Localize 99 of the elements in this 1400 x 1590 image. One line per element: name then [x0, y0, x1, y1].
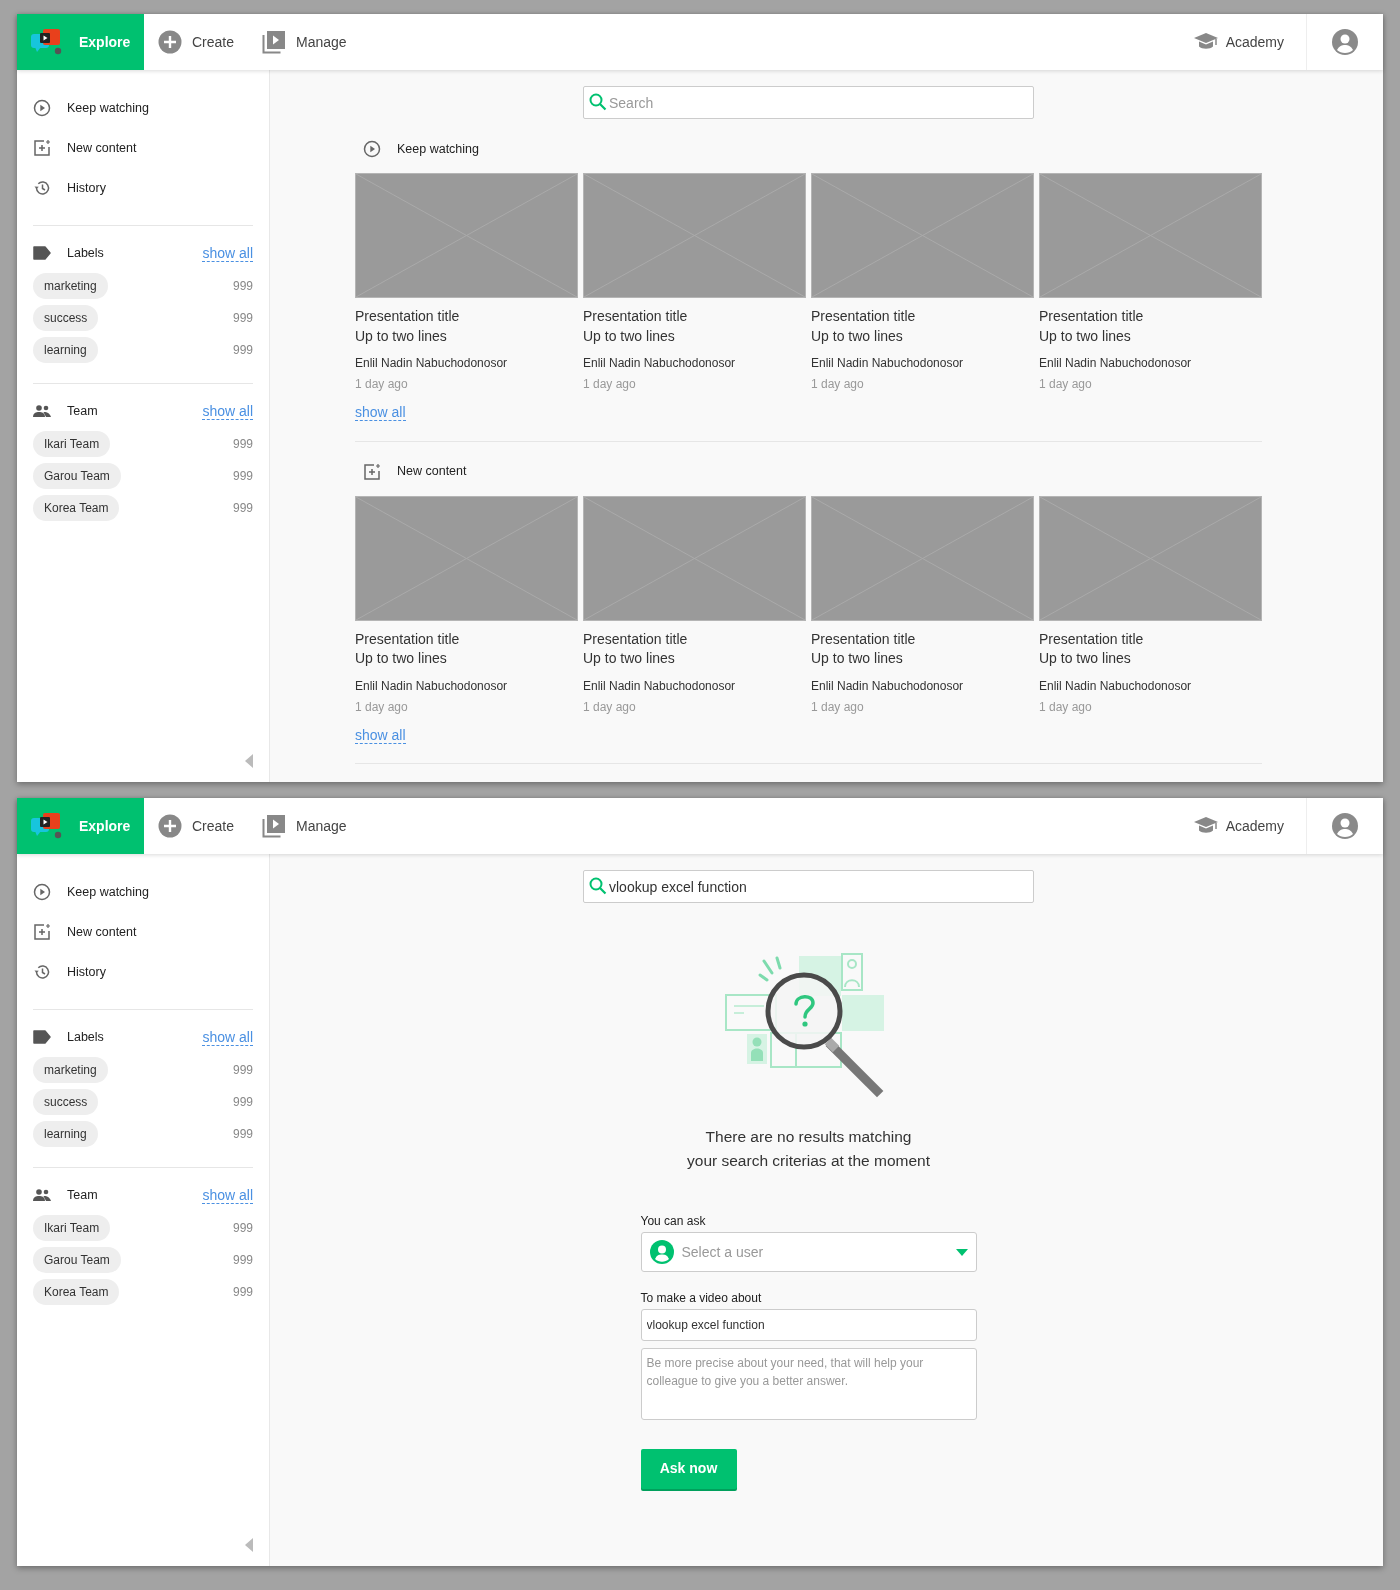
date-text: 1 day ago	[1039, 698, 1093, 716]
group-heading[interactable]: Team	[33, 401, 98, 421]
caret-left-icon	[245, 754, 253, 768]
presentation-title[interactable]: Presentation title Up to two lines	[811, 307, 1034, 346]
team-chip[interactable]: Garou Team	[33, 1247, 121, 1273]
sidebar-item[interactable]: New content	[33, 128, 253, 168]
avatar-icon[interactable]	[1332, 29, 1358, 55]
nav-tab[interactable]: Manage	[248, 798, 361, 854]
play-circle-icon	[33, 99, 51, 117]
presentation-title[interactable]: Presentation title Up to two lines	[811, 629, 1034, 669]
section-title: Keep watching	[397, 140, 479, 158]
label-chip[interactable]: success	[33, 1089, 99, 1115]
plus-circle-icon	[158, 814, 182, 838]
label-tag-icon	[33, 246, 51, 260]
search-field[interactable]: vlookup excel function	[583, 870, 1034, 903]
team-chip[interactable]: Garou Team	[33, 463, 121, 489]
play-circle-icon	[33, 883, 51, 901]
author-name: Enlil Nadin Nabuchodonosor	[1039, 677, 1193, 695]
academy-link[interactable]: Academy	[1171, 14, 1306, 70]
team-chip[interactable]: Korea Team	[33, 1279, 120, 1305]
people-icon	[33, 404, 51, 418]
presentation-title[interactable]: Presentation title Up to two lines	[1039, 629, 1262, 669]
nav-tab[interactable]: Create	[144, 14, 249, 70]
search-field[interactable]: Search	[583, 86, 1034, 119]
team-chip[interactable]: Ikari Team	[33, 431, 111, 457]
plus-square-icon	[363, 462, 381, 481]
sidebar-item[interactable]: History	[33, 952, 253, 992]
graduation-cap-icon	[1193, 816, 1218, 836]
video-stack-icon	[262, 814, 287, 838]
label-chip[interactable]: success	[33, 305, 99, 331]
academy-link[interactable]: Academy	[1171, 798, 1306, 854]
presentation-title[interactable]: Presentation title Up to two lines	[583, 307, 806, 346]
item-count: 999	[232, 468, 253, 485]
details-textarea[interactable]: Be more precise about your need, that will help your colleague to give you a better answer.	[640, 1348, 977, 1420]
group-heading[interactable]: Labels	[33, 243, 104, 263]
plus-square-icon	[33, 923, 51, 941]
sidebar-item[interactable]: New content	[33, 912, 253, 952]
people-icon	[33, 1188, 51, 1202]
date-text: 1 day ago	[355, 376, 409, 393]
avatar-icon[interactable]	[1332, 813, 1358, 839]
video-stack-icon	[262, 30, 287, 54]
collapse-sidebar-button[interactable]	[245, 1538, 253, 1552]
item-count: 999	[232, 278, 253, 295]
date-text: 1 day ago	[1039, 376, 1093, 393]
collapse-sidebar-button[interactable]	[245, 754, 253, 768]
author-name: Enlil Nadin Nabuchodonosor	[1039, 355, 1193, 372]
presentation-title[interactable]: Presentation title Up to two lines	[355, 629, 578, 669]
item-count: 999	[232, 1062, 253, 1079]
item-count: 999	[232, 342, 253, 359]
team-chip[interactable]: Korea Team	[33, 495, 120, 521]
author-name: Enlil Nadin Nabuchodonosor	[811, 355, 965, 372]
item-count: 999	[232, 1284, 253, 1301]
item-count: 999	[232, 436, 253, 453]
section-title: New content	[397, 463, 467, 481]
sidebar-item[interactable]: Keep watching	[33, 88, 253, 128]
label-chip[interactable]: learning	[33, 337, 98, 363]
play-circle-icon	[363, 140, 381, 158]
author-name: Enlil Nadin Nabuchodonosor	[583, 677, 737, 695]
presentation-title[interactable]: Presentation title Up to two lines	[355, 307, 578, 346]
nav-tab[interactable]: Create	[144, 798, 249, 854]
presentation-title[interactable]: Presentation title Up to two lines	[583, 629, 806, 669]
plus-circle-icon	[158, 30, 182, 54]
label-chip[interactable]: marketing	[33, 273, 108, 299]
history-icon	[33, 963, 51, 981]
caret-left-icon	[245, 1538, 253, 1552]
nav-tab[interactable]: Manage	[248, 14, 361, 70]
item-count: 999	[232, 310, 253, 327]
field-label: You can ask	[640, 1213, 707, 1230]
no-results-message: There are no results matching your search criterias at the moment	[687, 1127, 930, 1171]
history-icon	[33, 179, 51, 197]
team-chip[interactable]: Ikari Team	[33, 1215, 111, 1241]
date-text: 1 day ago	[583, 698, 637, 716]
sidebar-item[interactable]: Keep watching	[33, 872, 253, 912]
plus-square-icon	[33, 139, 51, 157]
item-count: 999	[232, 1220, 253, 1237]
group-heading[interactable]: Labels	[33, 1027, 104, 1047]
author-name: Enlil Nadin Nabuchodonosor	[355, 677, 509, 695]
graduation-cap-icon	[1193, 32, 1218, 52]
group-heading[interactable]: Team	[33, 1185, 98, 1205]
caret-down-icon	[955, 1248, 968, 1256]
label-chip[interactable]: marketing	[33, 1057, 108, 1083]
author-name: Enlil Nadin Nabuchodonosor	[583, 355, 737, 372]
date-text: 1 day ago	[583, 376, 637, 393]
label-chip[interactable]: learning	[33, 1121, 98, 1147]
label-tag-icon	[33, 1030, 51, 1044]
item-count: 999	[232, 1252, 253, 1269]
sidebar-item[interactable]: History	[33, 168, 253, 208]
date-text: 1 day ago	[811, 698, 865, 716]
author-name: Enlil Nadin Nabuchodonosor	[811, 677, 965, 695]
date-text: 1 day ago	[355, 698, 409, 716]
item-count: 999	[232, 1094, 253, 1111]
item-count: 999	[232, 1126, 253, 1143]
topic-input[interactable]: vlookup excel function	[640, 1309, 977, 1341]
item-count: 999	[232, 500, 253, 517]
field-label: To make a video about	[640, 1290, 763, 1307]
user-avatar-icon	[649, 1240, 674, 1264]
presentation-title[interactable]: Presentation title Up to two lines	[1039, 307, 1262, 346]
author-name: Enlil Nadin Nabuchodonosor	[355, 355, 509, 372]
date-text: 1 day ago	[811, 376, 865, 393]
